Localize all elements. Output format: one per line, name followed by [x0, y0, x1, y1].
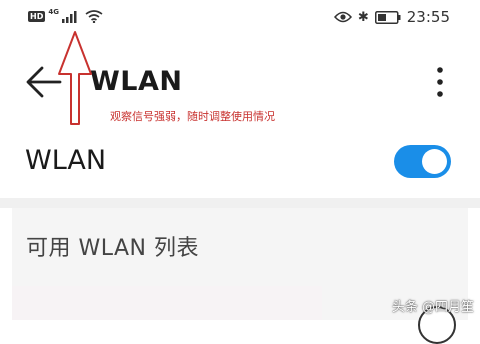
switch-knob [422, 149, 447, 174]
watermark: 头条 @四月笙 [391, 300, 474, 315]
battery-icon [374, 10, 401, 24]
network-type: 4G [48, 7, 59, 16]
wlan-label: WLAN [25, 145, 107, 176]
wlan-switch[interactable] [394, 145, 451, 178]
section-divider [0, 198, 480, 208]
status-right: ✱ 23:55 [333, 8, 450, 26]
status-bar: HD 4G ✱ 23:55 [0, 0, 480, 34]
bluetooth-icon: ✱ [357, 9, 369, 25]
annotation-arrow-icon [58, 31, 92, 125]
available-list-title: 可用 WLAN 列表 [26, 236, 200, 261]
page-title: WLAN [90, 66, 183, 97]
annotation-text: 观察信号强弱，随时调整使用情况 [110, 110, 275, 123]
more-options-icon[interactable] [432, 64, 448, 100]
status-left: HD 4G [28, 7, 103, 23]
wifi-icon [85, 10, 103, 23]
list-item[interactable] [12, 286, 322, 320]
hd-badge: HD [28, 11, 46, 22]
signal-icon [61, 10, 77, 23]
clock: 23:55 [406, 8, 450, 26]
wlan-toggle-row[interactable]: WLAN [0, 140, 480, 186]
eye-icon [333, 11, 352, 23]
